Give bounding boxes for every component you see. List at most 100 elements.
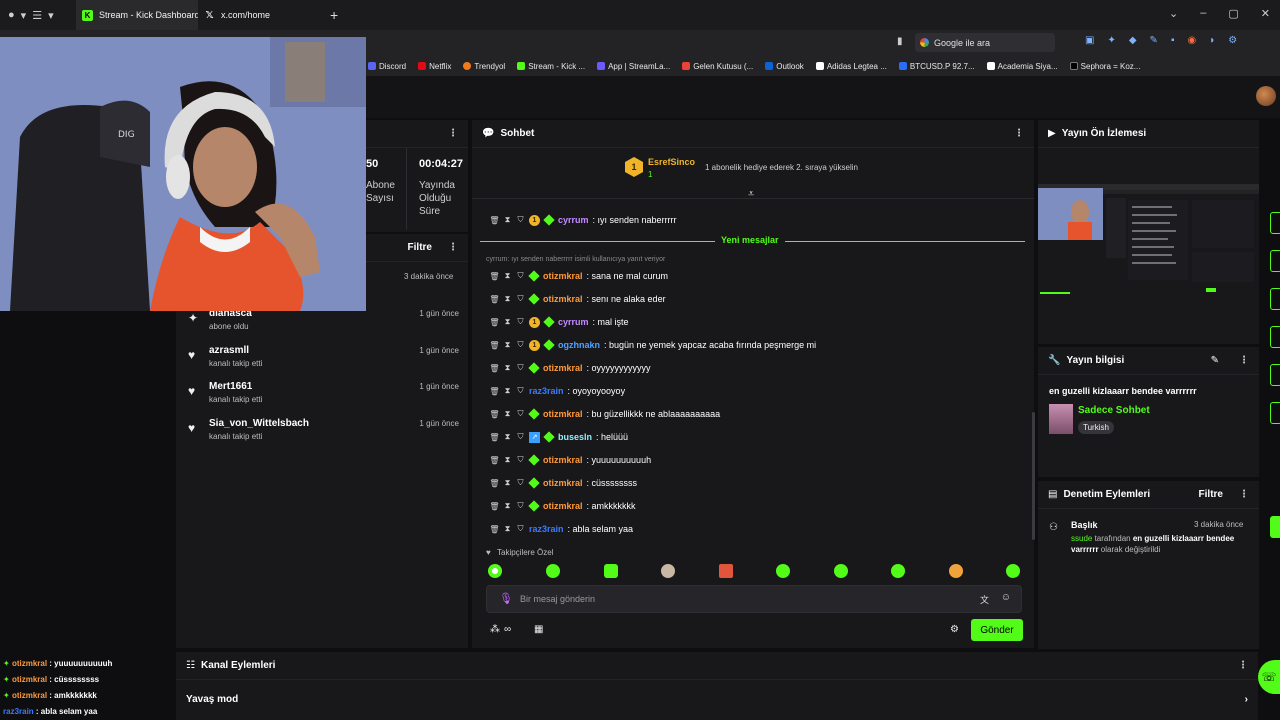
- emote-icon[interactable]: [1006, 564, 1020, 578]
- trash-icon[interactable]: 🗑: [489, 215, 499, 225]
- bookmark-item[interactable]: BTCUSD.P 92.7...: [898, 62, 975, 71]
- trash-icon[interactable]: 🗑: [489, 271, 499, 281]
- chat-message[interactable]: 🗑 ⧗ ⛉ otizmkral: bu güzellikkk ne ablaaaaaa…: [489, 407, 720, 421]
- maximize-button[interactable]: ▢: [1228, 7, 1238, 20]
- timeout-icon[interactable]: ⧗: [503, 409, 512, 419]
- timeout-icon[interactable]: ⧗: [503, 478, 512, 488]
- more-options-icon[interactable]: ⋮: [1014, 128, 1024, 139]
- activity-item[interactable]: ♥ azrasmll kanalı takip etti 1 gün önce: [188, 344, 463, 380]
- emote-icon[interactable]: [719, 564, 733, 578]
- trash-icon[interactable]: 🗑: [489, 386, 499, 396]
- timeout-icon[interactable]: ⧗: [503, 524, 512, 534]
- extension-icon[interactable]: ⚙: [1228, 35, 1237, 46]
- chat-message[interactable]: 🗑 ⧗ ⛉ otizmkral: sana ne mal curum: [489, 269, 668, 283]
- chat-username[interactable]: cyrrum: [558, 215, 589, 225]
- extension-icon[interactable]: ▪: [1171, 35, 1175, 46]
- emote-icon[interactable]: [891, 564, 905, 578]
- more-options-icon[interactable]: ⋮: [448, 242, 458, 253]
- activity-item[interactable]: ✦ dianasca abone oldu 1 gün önce: [188, 307, 463, 343]
- timeout-icon[interactable]: ⧗: [503, 215, 512, 225]
- chat-username[interactable]: raz3rain: [529, 386, 564, 396]
- bookmark-icon[interactable]: ▮: [897, 36, 903, 47]
- chevron-down-icon[interactable]: ▾: [48, 9, 54, 22]
- new-tab-button[interactable]: +: [320, 7, 338, 23]
- timeout-icon[interactable]: ⧗: [503, 294, 512, 304]
- chevron-down-icon[interactable]: ▾: [21, 9, 27, 22]
- stream-preview-thumbnail[interactable]: [1038, 184, 1259, 304]
- timeout-icon[interactable]: ⧗: [503, 501, 512, 511]
- ban-shield-icon[interactable]: ⛉: [516, 524, 525, 534]
- sidebar-button[interactable]: [1270, 516, 1280, 538]
- workspaces-icon[interactable]: ☰: [32, 9, 42, 22]
- minimize-button[interactable]: –: [1200, 7, 1206, 20]
- chat-message[interactable]: 🗑 ⧗ ⛉ 1 cyrrum: ıyı senden naberrrrr: [489, 213, 677, 227]
- emoji-icon[interactable]: ☺: [1001, 592, 1011, 603]
- extension-icon[interactable]: ◗: [1209, 35, 1215, 46]
- chat-username[interactable]: otizmkral: [543, 271, 583, 281]
- tab-kick-dashboard[interactable]: K Stream - Kick Dashboard: [76, 0, 198, 30]
- extension-icon[interactable]: ▣: [1085, 35, 1094, 46]
- bookmark-item[interactable]: Adidas Legtea ...: [815, 62, 887, 71]
- mod-action-user[interactable]: ssude: [1071, 534, 1092, 543]
- bookmark-item[interactable]: Outlook: [765, 62, 804, 71]
- chat-input[interactable]: 🎙 Bir mesaj gönderin 文 ☺: [486, 585, 1022, 613]
- close-button[interactable]: ✕: [1261, 7, 1270, 20]
- ban-shield-icon[interactable]: ⛉: [516, 215, 525, 225]
- chat-message[interactable]: 🗑 ⧗ ⛉ 1 ogzhnakn: bugün ne yemek yapcaz acab…: [489, 338, 816, 352]
- chat-username[interactable]: otizmkral: [543, 409, 583, 419]
- infinity-icon[interactable]: ∞: [504, 624, 511, 635]
- extension-icon[interactable]: ◉: [1187, 35, 1196, 46]
- extension-icon[interactable]: ✦: [1107, 35, 1115, 46]
- bookmark-item[interactable]: Stream - Kick ...: [517, 62, 585, 71]
- chat-message[interactable]: 🗑 ⧗ ⛉ otizmkral: oyyyyyyyyyyyy: [489, 361, 651, 375]
- chat-username[interactable]: otizmkral: [543, 501, 583, 511]
- more-options-icon[interactable]: ⋮: [448, 128, 458, 139]
- trash-icon[interactable]: 🗑: [489, 340, 499, 350]
- bookmark-item[interactable]: Trendyol: [463, 62, 505, 71]
- emote-icon[interactable]: [834, 564, 848, 578]
- trash-icon[interactable]: 🗑: [489, 478, 499, 488]
- ban-shield-icon[interactable]: ⛉: [516, 478, 525, 488]
- trash-icon[interactable]: 🗑: [489, 409, 499, 419]
- ban-shield-icon[interactable]: ⛉: [516, 363, 525, 373]
- bookmark-item[interactable]: Gelen Kutusu (...: [682, 62, 753, 71]
- user-avatar[interactable]: [1256, 86, 1276, 106]
- pinned-user[interactable]: EsrefSinco: [648, 157, 695, 167]
- chat-message[interactable]: 🗑 ⧗ ⛉ otizmkral: yuuuuuuuuuuh: [489, 453, 651, 467]
- help-chat-button[interactable]: ☏: [1258, 660, 1280, 694]
- trash-icon[interactable]: 🗑: [489, 294, 499, 304]
- settings-icon[interactable]: ⚙: [950, 624, 959, 635]
- send-button[interactable]: Gönder: [971, 619, 1023, 641]
- chat-message[interactable]: 🗑 ⧗ ⛉ raz3rain: abla selam yaa: [489, 522, 633, 536]
- chat-username[interactable]: otizmkral: [543, 294, 583, 304]
- chat-message[interactable]: 🗑 ⧗ ⛉ otizmkral: amkkkkkkk: [489, 499, 636, 513]
- bookmark-item[interactable]: App | StreamLa...: [597, 62, 670, 71]
- tab-x-home[interactable]: 𝕏 x.com/home: [198, 0, 320, 30]
- chat-message[interactable]: 🗑 ⧗ ⛉ raz3rain: oyoyoyooyoy: [489, 384, 625, 398]
- timeout-icon[interactable]: ⧗: [503, 432, 512, 442]
- extension-icon[interactable]: ◆: [1129, 35, 1137, 46]
- timeout-icon[interactable]: ⧗: [503, 271, 512, 281]
- bookmark-item[interactable]: Academia Siya...: [986, 62, 1058, 71]
- bookmark-item[interactable]: Discord: [368, 62, 406, 71]
- category-name[interactable]: Sadece Sohbet: [1078, 405, 1150, 416]
- chat-message[interactable]: 🗑 ⧗ ⛉ 1 cyrrum: mal işte: [489, 315, 629, 329]
- chat-username[interactable]: busesln: [558, 432, 592, 442]
- ban-shield-icon[interactable]: ⛉: [516, 501, 525, 511]
- timeout-icon[interactable]: ⧗: [503, 363, 512, 373]
- trash-icon[interactable]: 🗑: [489, 524, 499, 534]
- chat-scrollbar[interactable]: [1032, 412, 1035, 540]
- emote-icon[interactable]: [546, 564, 560, 578]
- emote-icon[interactable]: [661, 564, 675, 578]
- filter-button[interactable]: Filtre: [1199, 489, 1223, 500]
- ban-shield-icon[interactable]: ⛉: [516, 317, 525, 327]
- ban-shield-icon[interactable]: ⛉: [516, 409, 525, 419]
- trash-icon[interactable]: 🗑: [489, 363, 499, 373]
- sidebar-button[interactable]: [1270, 250, 1280, 272]
- emote-icon[interactable]: [776, 564, 790, 578]
- sidebar-button[interactable]: [1270, 212, 1280, 234]
- sidebar-button[interactable]: [1270, 364, 1280, 386]
- ban-shield-icon[interactable]: ⛉: [516, 432, 525, 442]
- emote-icon[interactable]: [488, 564, 502, 578]
- sidebar-button[interactable]: [1270, 402, 1280, 424]
